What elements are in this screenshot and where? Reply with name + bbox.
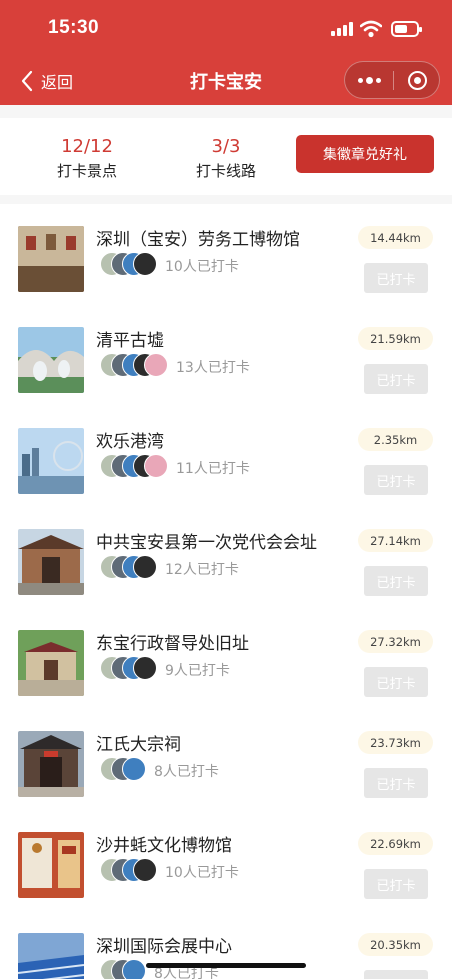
checkin-count: 9人已打卡 xyxy=(165,663,230,679)
redeem-badges-button[interactable]: 集徽章兑好礼 xyxy=(296,135,434,173)
place-thumbnail xyxy=(18,428,84,494)
place-name: 中共宝安县第一次党代会会址 xyxy=(96,533,317,553)
battery-icon xyxy=(391,21,422,37)
place-item[interactable]: 东宝行政督导处旧址 9人已打卡 27.32km 已打卡 xyxy=(0,622,452,723)
distance-badge: 27.14km xyxy=(358,529,433,552)
more-dots-icon xyxy=(375,77,381,83)
place-item[interactable]: 深圳国际会展中心8人已打卡20.35km已打卡 xyxy=(0,925,452,979)
place-name: 清平古墟 xyxy=(96,331,164,351)
place-thumbnail xyxy=(18,933,84,979)
routes-value: 3/3 xyxy=(211,136,241,157)
checkin-avatars xyxy=(100,454,180,480)
checked-in-button[interactable]: 已打卡 xyxy=(364,263,428,293)
target-circle-icon xyxy=(407,70,427,90)
mini-program-capsule xyxy=(344,61,440,99)
close-mini-program-button[interactable] xyxy=(394,62,440,98)
more-dots-icon xyxy=(365,76,373,84)
place-item[interactable]: 清平古墟 13人已打卡 21.59km 已打卡 xyxy=(0,319,452,420)
place-name: 东宝行政督导处旧址 xyxy=(96,634,249,654)
distance-badge: 23.73km xyxy=(358,731,433,754)
place-item[interactable]: 深圳（宝安）劳务工博物馆 10人已打卡 14.44km 已打卡 xyxy=(0,218,452,319)
place-thumbnail xyxy=(18,327,84,393)
place-thumbnail xyxy=(18,832,84,898)
checkin-summary: 12/12 打卡景点 3/3 打卡线路 集徽章兑好礼 xyxy=(0,118,452,195)
distance-badge: 21.59km xyxy=(358,327,433,350)
place-item[interactable]: 江氏大宗祠 8人已打卡 23.73km 已打卡 xyxy=(0,723,452,824)
place-item[interactable]: 欢乐港湾 11人已打卡 2.35km 已打卡 xyxy=(0,420,452,521)
place-thumbnail xyxy=(18,529,84,595)
place-thumbnail xyxy=(18,630,84,696)
spots-label: 打卡景点 xyxy=(56,162,117,180)
place-thumbnail xyxy=(18,731,84,797)
distance-badge: 14.44km xyxy=(358,226,433,249)
checkin-count: 8人已打卡 xyxy=(154,764,219,780)
distance-badge: 20.35km xyxy=(358,933,433,956)
checked-in-button[interactable]: 已打卡 xyxy=(364,566,428,596)
navigation-bar: 返回 打卡宝安 xyxy=(0,58,452,104)
place-list: 深圳（宝安）劳务工博物馆 10人已打卡 14.44km 已打卡 清平古墟 13人已打卡 21… xyxy=(0,204,452,979)
spots-value: 12/12 xyxy=(61,136,113,157)
status-time: 15:30 xyxy=(48,17,100,38)
place-item[interactable]: 沙井蚝文化博物馆 10人已打卡 22.69km 已打卡 xyxy=(0,824,452,925)
user-avatar xyxy=(133,555,157,579)
wifi-icon xyxy=(360,20,382,38)
place-name: 沙井蚝文化博物馆 xyxy=(96,836,232,856)
checkin-count: 12人已打卡 xyxy=(165,562,239,578)
user-avatar xyxy=(133,656,157,680)
user-avatar xyxy=(133,252,157,276)
place-name: 深圳（宝安）劳务工博物馆 xyxy=(96,230,300,250)
checked-in-button[interactable]: 已打卡 xyxy=(364,364,428,394)
checkin-count: 10人已打卡 xyxy=(165,259,239,275)
checkin-count: 10人已打卡 xyxy=(165,865,239,881)
checked-in-button[interactable]: 已打卡 xyxy=(364,768,428,798)
checked-in-button[interactable]: 已打卡 xyxy=(364,667,428,697)
header-bar: 15:30 返回 打卡宝安 xyxy=(0,0,452,105)
checked-in-button[interactable]: 已打卡 xyxy=(364,465,428,495)
distance-badge: 2.35km xyxy=(358,428,433,451)
cellular-signal-icon xyxy=(331,22,353,36)
place-name: 欢乐港湾 xyxy=(96,432,164,452)
more-menu-button[interactable] xyxy=(345,62,393,98)
user-avatar xyxy=(144,454,168,478)
distance-badge: 27.32km xyxy=(358,630,433,653)
place-thumbnail xyxy=(18,226,84,292)
spots-stat: 12/12 打卡景点 xyxy=(32,136,142,181)
place-name: 深圳国际会展中心 xyxy=(96,937,232,957)
user-avatar xyxy=(144,353,168,377)
checkin-count: 11人已打卡 xyxy=(176,461,250,477)
distance-badge: 22.69km xyxy=(358,832,433,855)
checked-in-button[interactable]: 已打卡 xyxy=(364,970,428,979)
status-bar: 15:30 xyxy=(0,0,452,58)
checked-in-button[interactable]: 已打卡 xyxy=(364,869,428,899)
checkin-avatars xyxy=(100,353,180,379)
user-avatar xyxy=(122,959,146,979)
more-dots-icon xyxy=(357,77,363,83)
place-name: 江氏大宗祠 xyxy=(96,735,181,755)
routes-stat: 3/3 打卡线路 xyxy=(171,136,281,181)
place-item[interactable]: 中共宝安县第一次党代会会址 12人已打卡 27.14km 已打卡 xyxy=(0,521,452,622)
home-indicator xyxy=(146,963,306,968)
user-avatar xyxy=(133,858,157,882)
user-avatar xyxy=(122,757,146,781)
checkin-count: 13人已打卡 xyxy=(176,360,250,376)
routes-label: 打卡线路 xyxy=(195,162,256,180)
battery-level xyxy=(395,25,407,33)
